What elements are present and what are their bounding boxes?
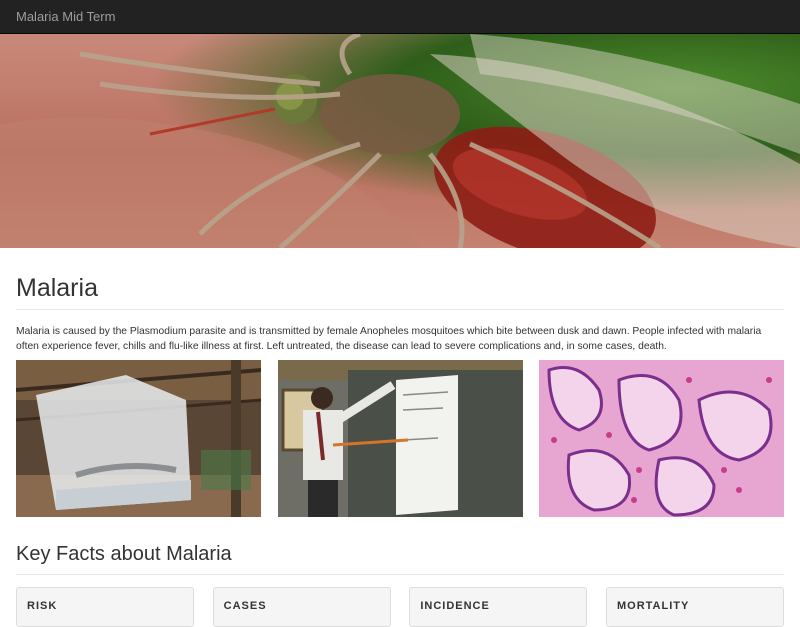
page-title: Malaria: [16, 274, 784, 310]
intro-text: Malaria is caused by the Plasmodium para…: [16, 326, 762, 352]
mosquito-net-photo: [16, 360, 261, 517]
image-gallery: [16, 360, 784, 517]
fact-card-mortality: MORTALITY: [605, 587, 784, 627]
fact-card-cases: CASES: [212, 587, 391, 627]
navbar: Malaria Mid Term: [0, 0, 800, 34]
fact-card-incidence: INCIDENCE: [409, 587, 588, 627]
hero-banner: [0, 34, 800, 248]
hero-mosquito-image: [0, 34, 800, 248]
facts-row: RISK CASES INCIDENCE MORTALITY: [16, 587, 784, 627]
fact-card-risk: RISK: [16, 587, 194, 627]
teacher-whiteboard-photo: [277, 360, 523, 517]
histology-micrograph-photo: [539, 360, 784, 517]
fact-card-title: MORTALITY: [616, 600, 690, 612]
fact-card-title: INCIDENCE: [420, 600, 490, 612]
fact-card-title: RISK: [27, 600, 58, 612]
fact-card-title: CASES: [223, 600, 267, 612]
key-facts-heading: Key Facts about Malaria: [16, 543, 784, 575]
brand-link[interactable]: Malaria Mid Term: [16, 9, 115, 24]
